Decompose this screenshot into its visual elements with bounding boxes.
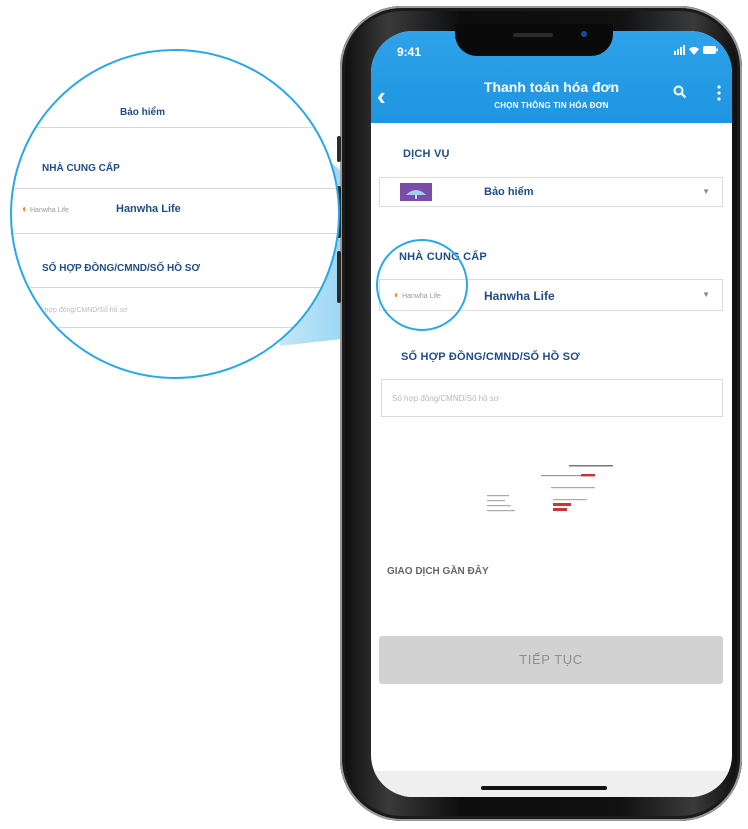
contract-number-field[interactable] — [382, 380, 722, 416]
phone-notch — [455, 24, 613, 56]
umbrella-icon — [400, 183, 432, 201]
magnifier-divider — [12, 287, 338, 288]
speaker-grille — [513, 33, 553, 37]
focus-circle — [376, 239, 468, 331]
hanwha-logo-icon: ◐ Hanwha Life — [22, 204, 69, 215]
magnifier-callout: Bảo hiểm NHÀ CUNG CẤP ◐ Hanwha Life Hanw… — [10, 49, 340, 379]
magnifier-divider — [12, 127, 338, 128]
service-label: DỊCH VỤ — [403, 148, 450, 160]
home-indicator — [481, 786, 607, 790]
magnifier-divider — [12, 327, 338, 328]
caret-down-icon: ▼ — [702, 290, 710, 299]
magnifier-provider-value: Hanwha Life — [116, 203, 181, 215]
magnifier-service-value: Bảo hiểm — [120, 107, 166, 118]
contract-label: SỐ HỢP ĐỒNG/CMND/SỐ HỒ SƠ — [401, 351, 580, 363]
front-camera — [581, 31, 587, 37]
phone-screen: 9:41 ‹ Thanh toán hóa đơn CHỌN THÔNG TIN… — [371, 31, 732, 797]
service-select-value: Bảo hiểm — [484, 186, 534, 198]
recent-transactions-label: GIAO DỊCH GẦN ĐÂY — [387, 566, 489, 577]
contract-number-input[interactable] — [381, 379, 723, 417]
search-icon[interactable] — [673, 85, 687, 99]
status-icons — [674, 45, 718, 58]
phone-mute-switch — [337, 136, 341, 162]
phone-volume-down — [337, 251, 341, 303]
provider-select-value: Hanwha Life — [484, 289, 555, 303]
more-vertical-icon[interactable] — [717, 85, 721, 101]
magnifier-hanwha-logo-text: Hanwha Life — [30, 207, 69, 214]
signal-wifi-battery-icon — [674, 45, 718, 55]
page-subtitle: CHỌN THÔNG TIN HÓA ĐƠN — [494, 101, 609, 110]
magnifier-contract-label: SỐ HỢP ĐỒNG/CMND/SỐ HỒ SƠ — [42, 263, 201, 274]
continue-button[interactable]: TIẾP TỤC — [379, 636, 723, 684]
bottom-bar — [371, 771, 732, 797]
document-preview-image — [487, 465, 613, 512]
magnifier-provider-label: NHÀ CUNG CẤP — [42, 163, 120, 174]
caret-down-icon: ▼ — [702, 187, 710, 196]
status-time: 9:41 — [397, 45, 422, 59]
service-select[interactable]: Bảo hiểm ▼ — [379, 177, 723, 207]
magnifier-contract-placeholder: Số hợp đồng/CMND/Số hồ sơ — [34, 307, 128, 314]
magnifier-provider-box: ◐ Hanwha Life Hanwha Life — [12, 188, 338, 234]
